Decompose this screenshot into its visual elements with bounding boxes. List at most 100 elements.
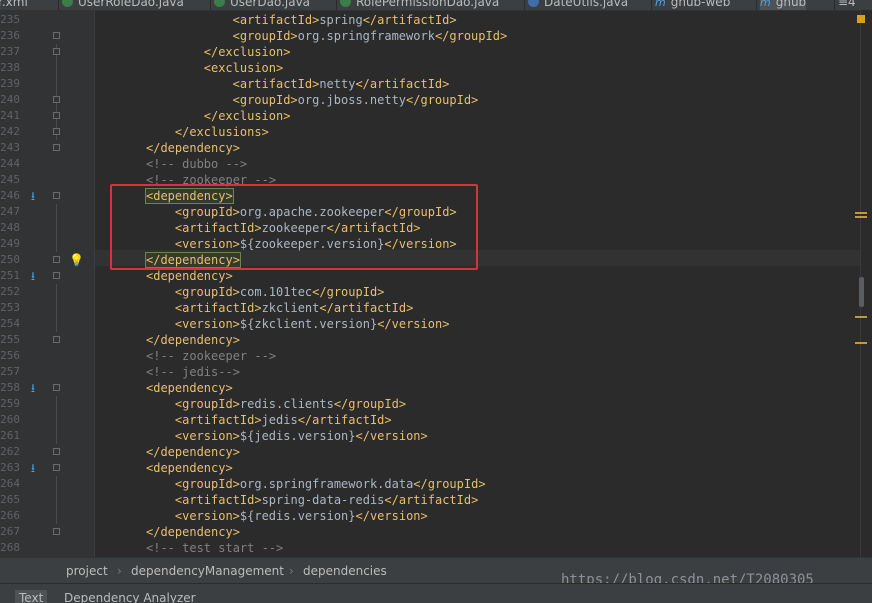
code-line[interactable]: 240 <groupId>org.jboss.netty</groupId> [0, 92, 860, 108]
maven-override-icon[interactable]: ⭳ [28, 381, 38, 395]
code-line[interactable]: 259 <groupId>redis.clients</groupId> [0, 396, 860, 412]
class-file-icon [214, 0, 225, 7]
tab-gnub-web[interactable]: m gnub-web [655, 0, 730, 10]
tab-separator [524, 0, 525, 10]
code-line[interactable]: 238 <exclusion> [0, 60, 860, 76]
code-line[interactable]: 241 </exclusion> [0, 108, 860, 124]
tab-userdao-java[interactable]: UserDao.java [214, 0, 310, 10]
fold-guide [56, 204, 57, 220]
maven-override-icon[interactable]: ⭳ [28, 189, 38, 203]
code-line[interactable]: 265 <artifactId>spring-data-redis</artifa… [0, 492, 860, 508]
maven-override-icon[interactable]: ⭳ [28, 461, 38, 475]
fold-toggle-icon[interactable] [53, 256, 60, 263]
fold-guide [56, 508, 57, 524]
fold-toggle-icon[interactable] [53, 336, 60, 343]
fold-toggle-icon[interactable] [53, 192, 60, 199]
code-line[interactable]: 264 <groupId>org.springframework.data</gr… [0, 476, 860, 492]
code-line[interactable]: 257 <!-- jedis--> [0, 364, 860, 380]
tab-userroledao-java[interactable]: UserRoleDao.java [62, 0, 184, 10]
breadcrumb-item[interactable]: project [66, 558, 108, 584]
fold-toggle-icon[interactable] [53, 128, 60, 135]
fold-guide [56, 300, 57, 316]
code-line[interactable]: 236 <groupId>org.springframework</groupId… [0, 28, 860, 44]
tab-r-xml[interactable]: r.xml [0, 0, 28, 10]
bottom-tab-text[interactable]: Text [15, 590, 48, 603]
code-line[interactable]: 256 <!-- zookeeper --> [0, 348, 860, 364]
line-number: 264 [0, 477, 20, 490]
code-comment: <!-- jedis--> [146, 365, 240, 379]
tab--4[interactable]: ≡4 [838, 0, 856, 10]
scroll-marker[interactable] [855, 342, 867, 344]
code-line[interactable]: 244 <!-- dubbo --> [0, 156, 860, 172]
code-line[interactable]: 235 <artifactId>spring</artifactId> [0, 12, 860, 28]
fold-toggle-icon[interactable] [53, 464, 60, 471]
code-text: </dependency> [146, 445, 240, 459]
line-number: 268 [0, 541, 20, 554]
line-number: 240 [0, 93, 20, 106]
code-line[interactable]: 253 <artifactId>zkclient</artifactId> [0, 300, 860, 316]
code-text: <dependency> [146, 269, 233, 283]
fold-toggle-icon[interactable] [53, 384, 60, 391]
scroll-marker[interactable] [855, 212, 867, 214]
line-number: 237 [0, 45, 20, 58]
scroll-marker[interactable] [855, 316, 867, 318]
maven-override-icon[interactable]: ⭳ [28, 269, 38, 283]
code-text: <groupId>org.springframework</groupId> [232, 29, 508, 43]
tab-label: RolePermissionDao.java [356, 0, 500, 9]
fold-toggle-icon[interactable] [53, 96, 60, 103]
code-line[interactable]: 239 <artifactId>netty</artifactId> [0, 76, 860, 92]
code-line[interactable]: 268 <!-- test start --> [0, 540, 860, 556]
line-number: 244 [0, 157, 20, 170]
fold-toggle-icon[interactable] [53, 48, 60, 55]
code-line[interactable]: 261 <version>${jedis.version}</version> [0, 428, 860, 444]
breadcrumb-separator-icon: › [117, 564, 122, 578]
fold-toggle-icon[interactable] [53, 528, 60, 535]
code-line[interactable]: 254 <version>${zkclient.version}</version… [0, 316, 860, 332]
scroll-marker[interactable] [855, 216, 867, 218]
code-line[interactable]: 242 </exclusions> [0, 124, 860, 140]
code-text: <dependency> [146, 381, 233, 395]
code-line[interactable]: 251 ⭳ <dependency> [0, 268, 860, 284]
bottom-tab-dependency-analyzer[interactable]: Dependency Analyzer [64, 590, 196, 603]
tab-rolepermissiondao-java[interactable]: RolePermissionDao.java [340, 0, 499, 10]
breadcrumb-item[interactable]: dependencies [303, 558, 387, 584]
fold-guide [56, 476, 57, 492]
tab-dateutils-java[interactable]: DateUtils.java [528, 0, 628, 10]
code-line[interactable]: 260 <artifactId>jedis</artifactId> [0, 412, 860, 428]
line-number: 259 [0, 397, 20, 410]
fold-guide [56, 396, 57, 412]
fold-toggle-icon[interactable] [53, 32, 60, 39]
line-number: 266 [0, 509, 20, 522]
line-number: 246 [0, 189, 20, 202]
code-line[interactable]: 258 ⭳ <dependency> [0, 380, 860, 396]
line-number: 247 [0, 205, 20, 218]
code-line[interactable]: 262 </dependency> [0, 444, 860, 460]
line-number: 245 [0, 173, 20, 186]
code-text: <version>${redis.version}</version> [174, 509, 428, 523]
code-line[interactable]: 243 </dependency> [0, 140, 860, 156]
code-text: <artifactId>jedis</artifactId> [174, 413, 392, 427]
code-line[interactable]: 266 <version>${redis.version}</version> [0, 508, 860, 524]
inspection-status-icon[interactable] [857, 15, 865, 23]
breadcrumb-item[interactable]: dependencyManagement [131, 558, 284, 584]
class-file-icon [340, 0, 351, 7]
code-editor[interactable]: 235 <artifactId>spring</artifactId> 236 <gr… [0, 10, 872, 557]
code-line[interactable]: 263 ⭳ <dependency> [0, 460, 860, 476]
fold-toggle-icon[interactable] [53, 112, 60, 119]
code-text: </exclusion> [203, 109, 291, 123]
code-line[interactable]: 252 <groupId>com.101tec</groupId> [0, 284, 860, 300]
line-number: 255 [0, 333, 20, 346]
fold-toggle-icon[interactable] [53, 448, 60, 455]
fold-toggle-icon[interactable] [53, 272, 60, 279]
code-text: <exclusion> [203, 61, 284, 75]
code-line[interactable]: 267 </dependency> [0, 524, 860, 540]
code-text: <version>${zkclient.version}</version> [174, 317, 450, 331]
line-number: 263 [0, 461, 20, 474]
fold-toggle-icon[interactable] [53, 144, 60, 151]
tab-separator [834, 0, 835, 10]
code-text: <artifactId>netty</artifactId> [232, 77, 450, 91]
scrollbar-thumb[interactable] [859, 277, 864, 307]
code-line[interactable]: 237 </exclusion> [0, 44, 860, 60]
code-line[interactable]: 255 </dependency> [0, 332, 860, 348]
intention-bulb-icon[interactable]: 💡 [69, 253, 84, 267]
